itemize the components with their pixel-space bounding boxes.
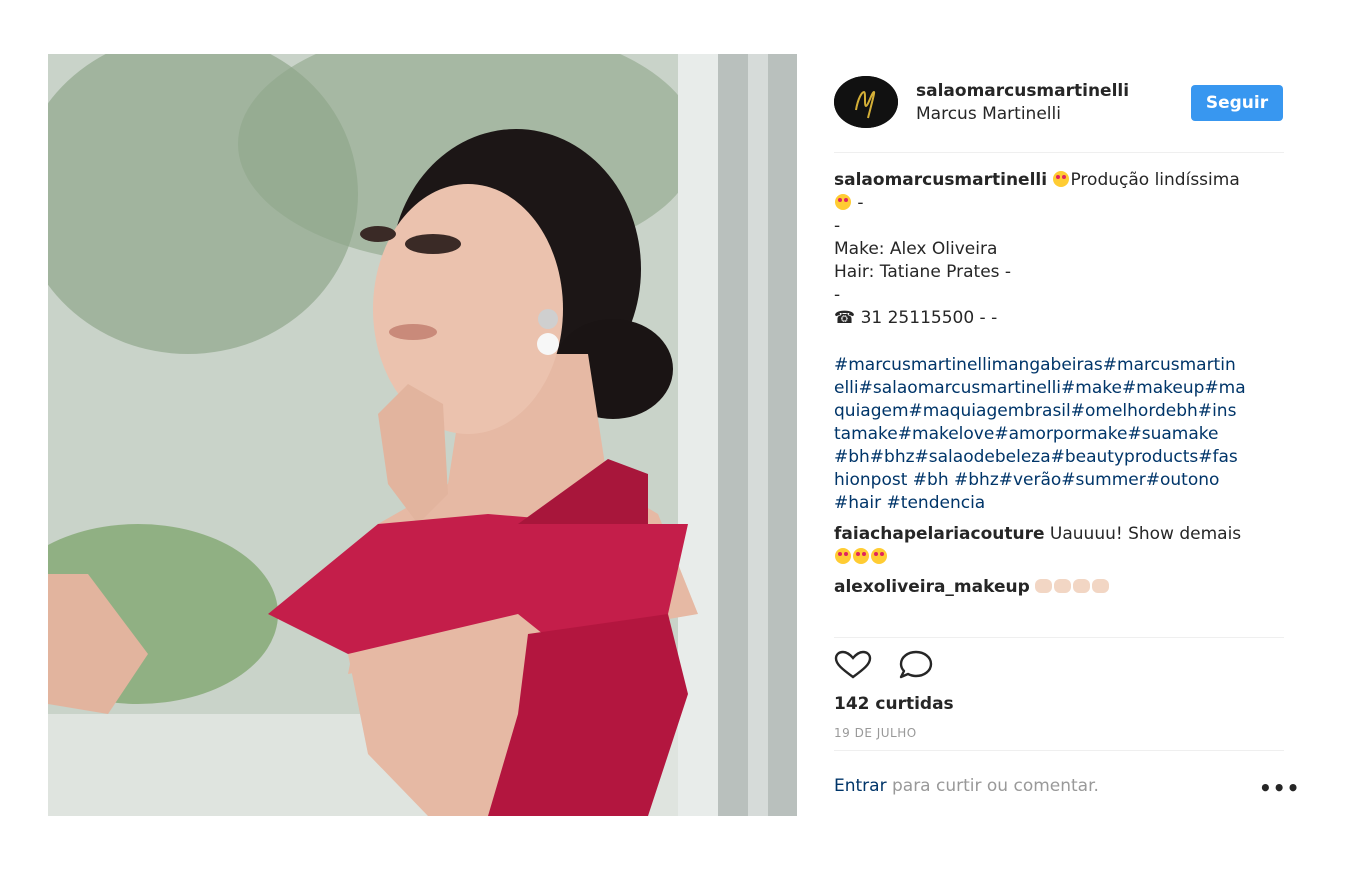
post-photo[interactable] [48,54,797,816]
hashtag-line[interactable]: #marcusmartinellimangabeiras#marcusmarti… [834,354,1284,377]
divider [834,750,1284,751]
heart-icon[interactable] [834,650,872,680]
hashtag-line[interactable]: tamake#makelove#amorpormake#suamake [834,423,1284,446]
logo-m-icon [834,76,898,128]
clapping-hands-emoji-icon [1035,579,1053,593]
login-rest-text: para curtir ou comentar. [886,776,1099,796]
hashtag-line[interactable]: hionpost #bh #bhz#verão#summer#outono [834,469,1284,492]
comment: alexoliveira_makeup [834,576,1284,599]
login-prompt: Entrar para curtir ou comentar. [834,776,1099,796]
caption-dash: - [857,193,864,213]
heart-eyes-emoji-icon [1053,171,1070,187]
clapping-hands-emoji-icon [1073,579,1091,593]
hashtag-line[interactable]: quiagem#maquiagembrasil#omelhordebh#ins [834,400,1284,423]
caption-line1-text: Produção lindíssima [1070,170,1240,190]
avatar[interactable] [834,76,898,128]
caption-line-1: salaomarcusmartinelli Produção lindíssim… [834,169,1284,192]
divider [834,152,1284,153]
header-username[interactable]: salaomarcusmartinelli [916,81,1129,101]
caption-username[interactable]: salaomarcusmartinelli [834,170,1047,190]
clapping-hands-emoji-icon [1092,579,1110,593]
heart-eyes-emoji-icon [835,194,851,210]
hashtag-line[interactable]: #hair #tendencia [834,492,1284,515]
caption-phone: ☎ 31 25115500 - - [834,308,998,328]
hashtag-line[interactable]: #bh#bhz#salaodebeleza#beautyproducts#fas [834,446,1284,469]
heart-eyes-emoji-icon [853,548,869,564]
comment-emojis [834,546,1284,569]
more-options-icon[interactable]: ••• [1259,776,1300,800]
post-panel: salaomarcusmartinelli Marcus Martinelli … [834,54,1299,816]
clapping-hands-emoji-icon [1054,579,1072,593]
hashtag-line[interactable]: elli#salaomarcusmartinelli#make#makeup#m… [834,377,1284,400]
post-header: salaomarcusmartinelli Marcus Martinelli … [834,76,1284,132]
login-link[interactable]: Entrar [834,776,887,796]
caption: salaomarcusmartinelli Produção lindíssim… [834,169,1284,330]
heart-eyes-emoji-icon [835,548,851,564]
follow-button[interactable]: Seguir [1191,85,1283,121]
action-bar [834,650,954,680]
comment-text: Uauuuu! Show demais [1049,524,1242,544]
caption-line-3: - [834,216,841,236]
caption-line-6: - [834,285,841,305]
portrait-illustration [48,54,797,816]
comment: faiachapelariacouture Uauuuu! Show demai… [834,523,1284,569]
like-count[interactable]: 142 curtidas [834,694,954,714]
hashtags: #marcusmartinellimangabeiras#marcusmarti… [834,354,1284,515]
comment-username[interactable]: alexoliveira_makeup [834,577,1030,597]
caption-line-2: - [834,192,1284,215]
caption-make: Make: Alex Oliveira [834,239,998,259]
header-full-name: Marcus Martinelli [916,104,1061,124]
caption-hair: Hair: Tatiane Prates - [834,262,1012,282]
comment-username[interactable]: faiachapelariacouture [834,524,1045,544]
heart-eyes-emoji-icon [871,548,887,564]
post-date[interactable]: 19 DE JULHO [834,726,917,740]
comment-bubble-icon[interactable] [898,650,934,680]
divider [834,637,1284,638]
